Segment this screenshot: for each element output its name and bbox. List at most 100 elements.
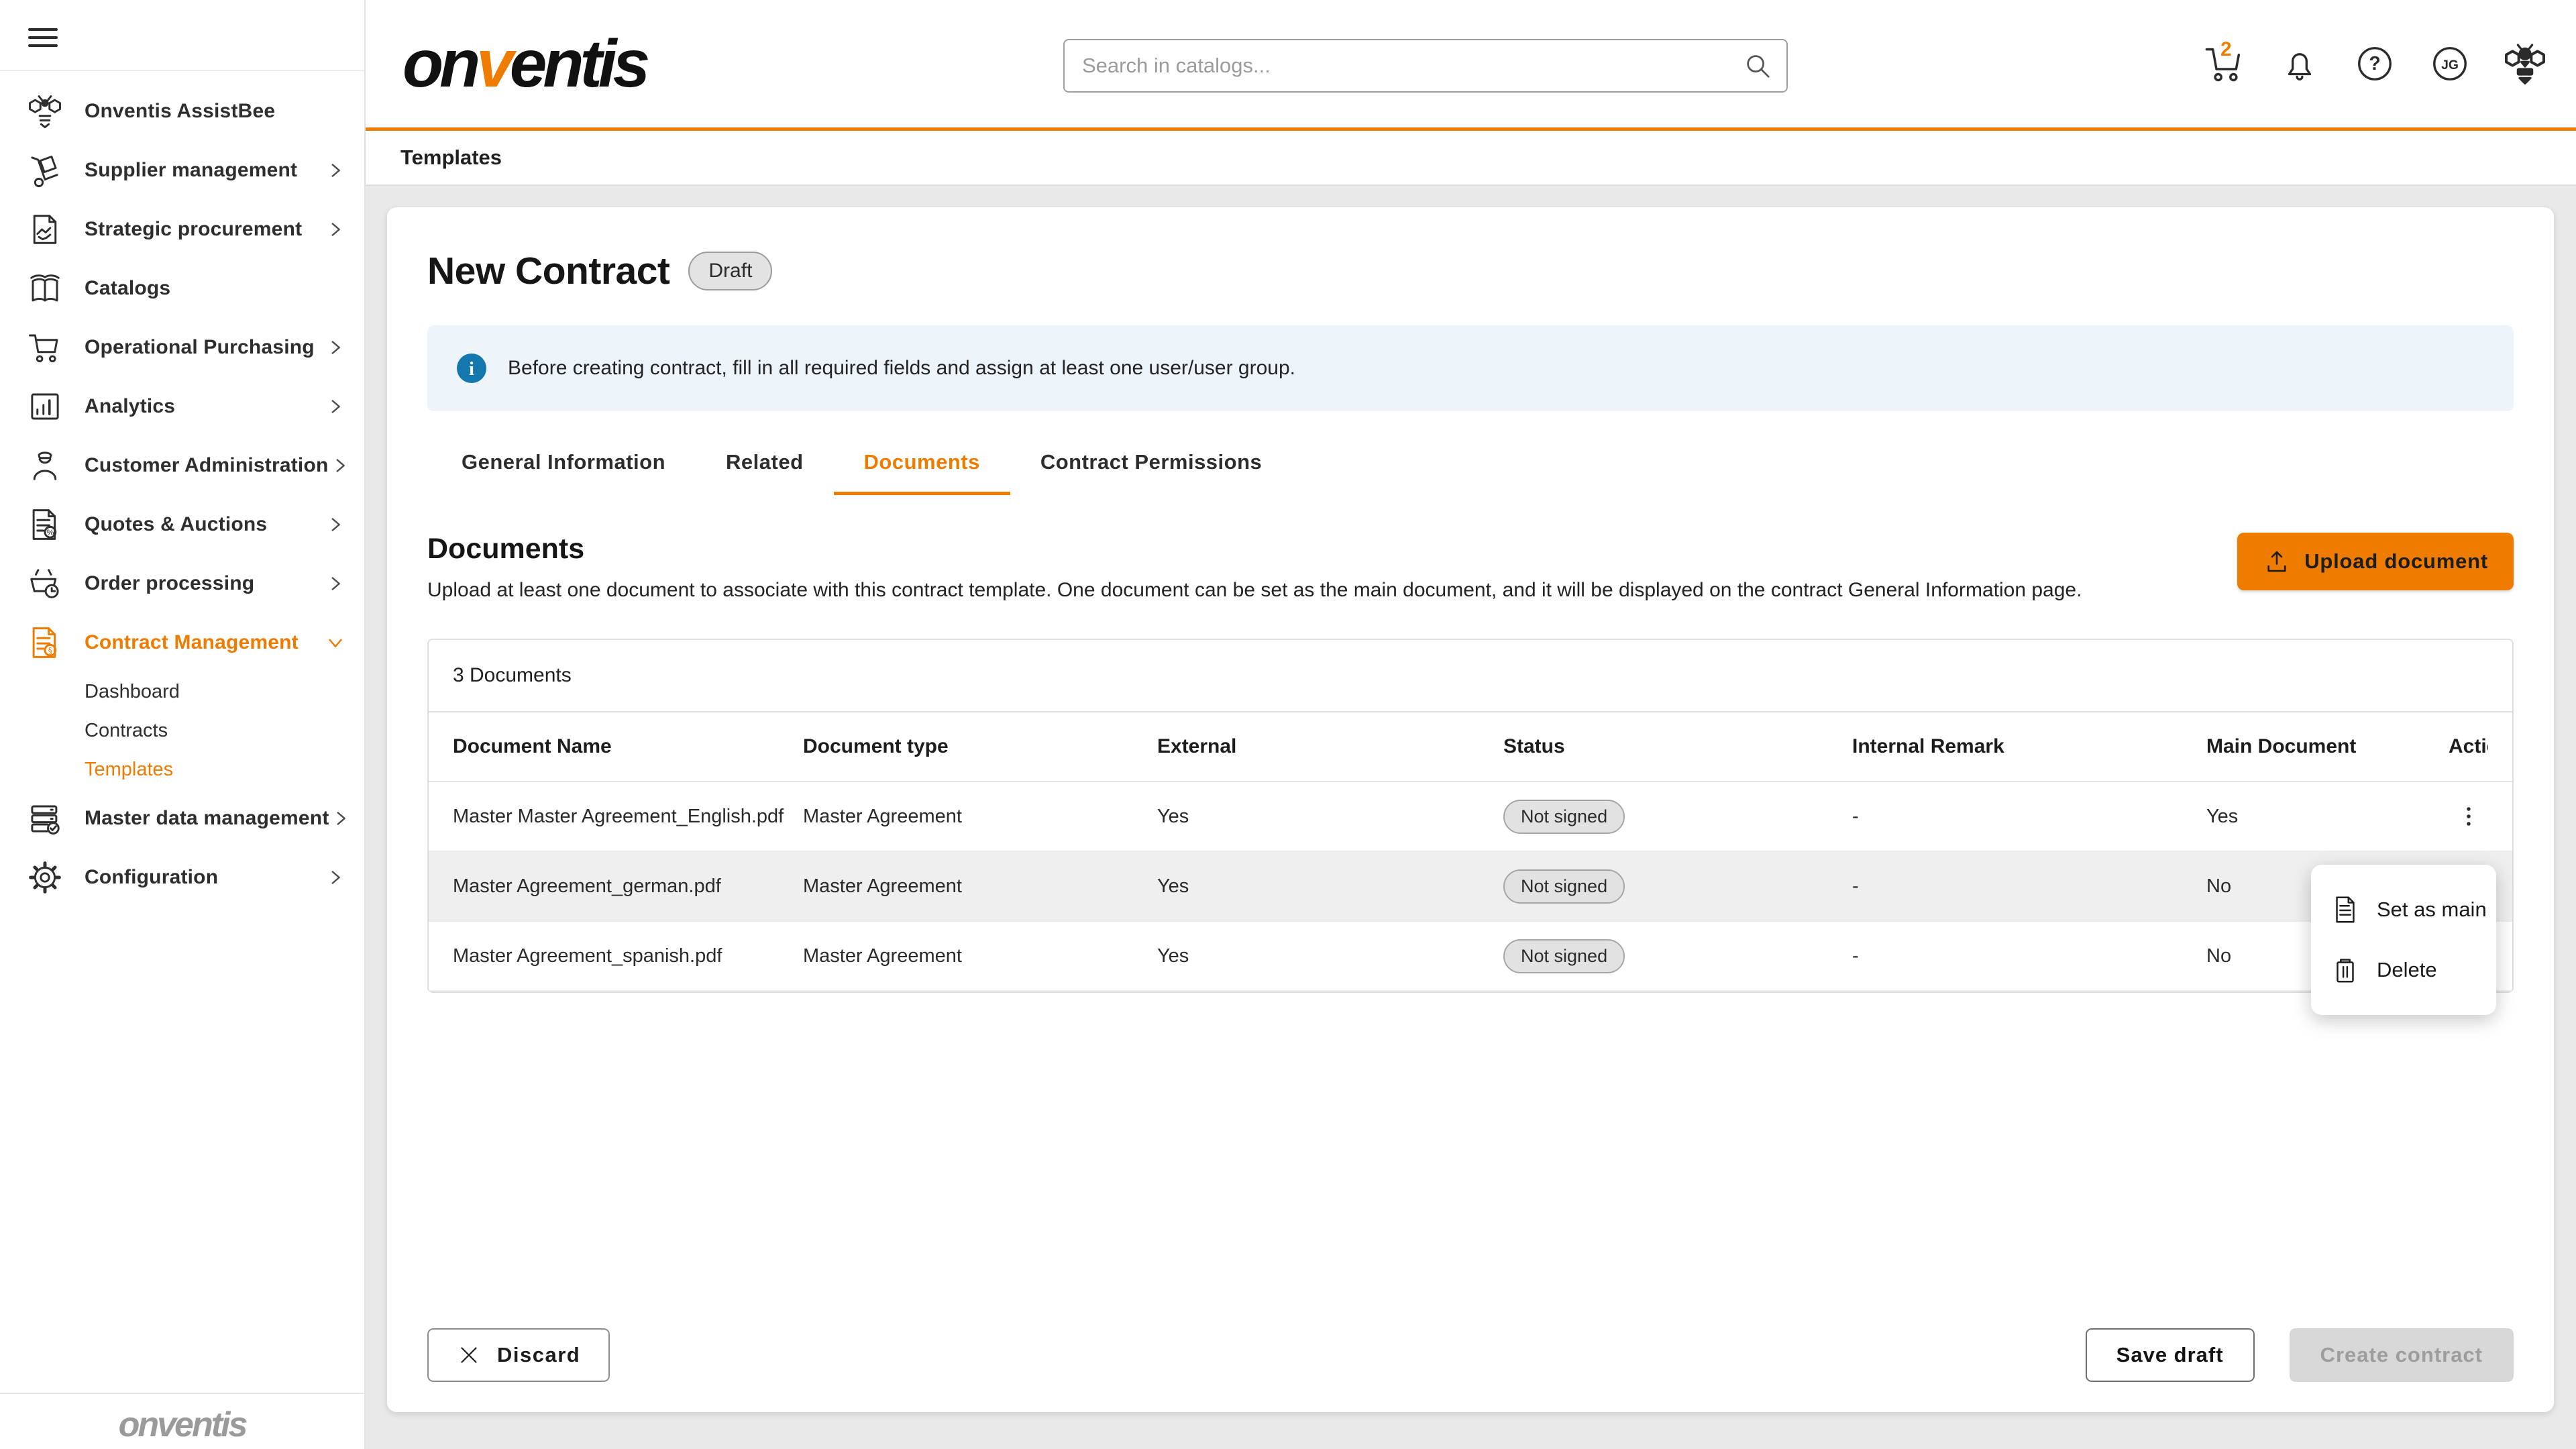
- document-main: Yes: [2206, 806, 2449, 828]
- table-header-row: Document Name Document type External Sta…: [429, 712, 2512, 782]
- sidebar-item-master-data-management[interactable]: Master data management: [0, 789, 364, 848]
- column-header: Main Document: [2206, 735, 2449, 758]
- save-draft-button[interactable]: Save draft: [2086, 1328, 2255, 1382]
- onventis-logo: onventis: [402, 25, 646, 103]
- chevron-right-icon: [329, 454, 352, 477]
- table-row: Master Agreement_german.pdf Master Agree…: [429, 852, 2512, 922]
- sidebar-item-contract-management[interactable]: § Contract Management: [0, 613, 364, 672]
- contract-document-icon: §: [27, 625, 63, 661]
- document-external: Yes: [1157, 806, 1503, 828]
- menu-item-label: Delete: [2377, 958, 2437, 982]
- onventis-footer-logo: onventis: [119, 1405, 246, 1444]
- chevron-right-icon: [324, 572, 347, 595]
- document-external: Yes: [1157, 945, 1503, 967]
- user-avatar[interactable]: JG: [2428, 42, 2471, 85]
- sidebar-subitem-contracts[interactable]: Contracts: [0, 711, 364, 750]
- sidebar-item-catalogs[interactable]: Catalogs: [0, 259, 364, 318]
- sidebar-item-label: Contract Management: [85, 631, 299, 654]
- gear-icon: [27, 859, 63, 896]
- tabs: General Information Related Documents Co…: [431, 450, 2514, 495]
- discard-button[interactable]: Discard: [427, 1328, 610, 1382]
- catalog-search: [1063, 39, 1788, 93]
- tab-documents[interactable]: Documents: [834, 450, 1010, 495]
- column-header: Internal Remark: [1852, 735, 2206, 758]
- document-name: Master Agreement_spanish.pdf: [453, 945, 803, 967]
- document-icon: [2330, 894, 2361, 925]
- column-header: Document type: [803, 735, 1157, 758]
- document-name: Master Agreement_german.pdf: [453, 875, 803, 898]
- section-title: Documents: [427, 533, 2082, 566]
- info-banner-text: Before creating contract, fill in all re…: [508, 357, 1295, 380]
- chevron-right-icon: [324, 866, 347, 889]
- chevron-right-icon: [324, 159, 347, 182]
- admin-user-icon: [27, 447, 63, 484]
- help-icon[interactable]: ?: [2353, 42, 2396, 85]
- discard-button-label: Discard: [497, 1343, 580, 1367]
- create-contract-button[interactable]: Create contract: [2290, 1328, 2514, 1382]
- documents-table: 3 Documents Document Name Document type …: [427, 639, 2514, 993]
- section-description: Upload at least one document to associat…: [427, 579, 2082, 602]
- cart-count-badge: 2: [2220, 38, 2232, 61]
- document-external: Yes: [1157, 875, 1503, 898]
- breadcrumb[interactable]: Templates: [400, 146, 502, 170]
- sidebar-item-customer-administration[interactable]: Customer Administration: [0, 436, 364, 495]
- status-chip: Not signed: [1503, 869, 1625, 904]
- document-type: Master Agreement: [803, 875, 1157, 898]
- sidebar-item-quotes-auctions[interactable]: % Quotes & Auctions: [0, 495, 364, 554]
- page-title: New Contract: [427, 249, 669, 293]
- cart-icon[interactable]: 2: [2203, 42, 2246, 85]
- document-type: Master Agreement: [803, 806, 1157, 828]
- sidebar-subitem-dashboard[interactable]: Dashboard: [0, 672, 364, 711]
- hamburger-menu-icon[interactable]: [0, 0, 364, 70]
- document-percent-icon: %: [27, 506, 63, 543]
- menu-item-label: Set as main: [2377, 898, 2487, 922]
- upload-button-label: Upload document: [2304, 549, 2488, 574]
- chevron-right-icon: [324, 218, 347, 241]
- search-input[interactable]: [1082, 54, 1742, 78]
- svg-text:§: §: [48, 646, 52, 655]
- tab-related[interactable]: Related: [696, 450, 833, 495]
- assistbee-icon[interactable]: [2504, 42, 2546, 85]
- basket-clock-icon: [27, 566, 63, 602]
- handshake-document-icon: [27, 211, 63, 248]
- app-root: Onventis AssistBee Supplier management: [0, 0, 2576, 1449]
- sidebar-item-label: Supplier management: [85, 159, 297, 182]
- breadcrumb-bar: Templates: [366, 131, 2576, 186]
- sidebar-item-operational-purchasing[interactable]: Operational Purchasing: [0, 318, 364, 377]
- tab-general-information[interactable]: General Information: [431, 450, 696, 495]
- shopping-cart-icon: [27, 329, 63, 366]
- row-actions-menu: Set as main Delete: [2311, 865, 2496, 1015]
- table-row: Master Master Agreement_English.pdf Mast…: [429, 782, 2512, 852]
- tab-contract-permissions[interactable]: Contract Permissions: [1010, 450, 1292, 495]
- sidebar-item-order-processing[interactable]: Order processing: [0, 554, 364, 613]
- menu-item-delete[interactable]: Delete: [2311, 940, 2496, 1000]
- topbar-icons: 2 ? JG: [2203, 42, 2576, 85]
- sidebar-item-assistbee[interactable]: Onventis AssistBee: [0, 82, 364, 141]
- upload-icon: [2263, 547, 2291, 576]
- sidebar-item-analytics[interactable]: Analytics: [0, 377, 364, 436]
- chevron-right-icon: [329, 807, 352, 830]
- sidebar-item-configuration[interactable]: Configuration: [0, 848, 364, 907]
- sidebar-item-label: Strategic procurement: [85, 218, 302, 241]
- sidebar-item-strategic-procurement[interactable]: Strategic procurement: [0, 200, 364, 259]
- column-header: Document Name: [453, 735, 803, 758]
- sidebar-item-label: Operational Purchasing: [85, 336, 315, 359]
- open-book-icon: [27, 270, 63, 307]
- database-check-icon: [27, 800, 63, 837]
- new-contract-card: New Contract Draft i Before creating con…: [387, 207, 2554, 1412]
- chevron-right-icon: [324, 336, 347, 359]
- notifications-bell-icon[interactable]: [2278, 42, 2321, 85]
- row-actions-kebab-icon[interactable]: [2453, 796, 2485, 837]
- bar-chart-icon: [27, 388, 63, 425]
- document-remark: -: [1852, 945, 2206, 967]
- sidebar-item-supplier-management[interactable]: Supplier management: [0, 141, 364, 200]
- table-row: Master Agreement_spanish.pdf Master Agre…: [429, 922, 2512, 991]
- card-footer: Discard Save draft Create contract: [427, 1328, 2514, 1382]
- menu-item-set-as-main[interactable]: Set as main: [2311, 879, 2496, 940]
- sidebar-item-label: Onventis AssistBee: [85, 100, 275, 123]
- sidebar-subitem-templates[interactable]: Templates: [0, 750, 364, 789]
- sidebar: Onventis AssistBee Supplier management: [0, 0, 366, 1449]
- svg-text:%: %: [46, 528, 54, 537]
- search-icon[interactable]: [1742, 50, 1773, 81]
- upload-document-button[interactable]: Upload document: [2237, 533, 2514, 590]
